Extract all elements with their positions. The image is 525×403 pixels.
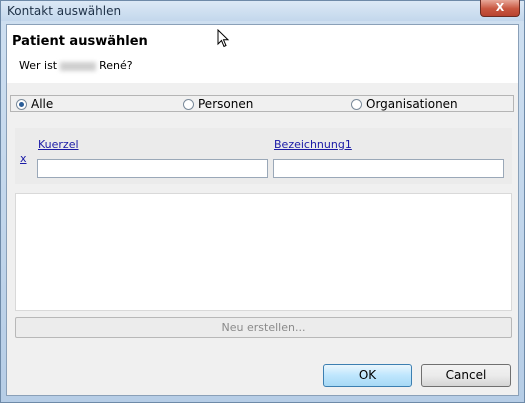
- search-panel: x Kuerzel Bezeichnung1: [15, 128, 512, 184]
- kuerzel-search-input[interactable]: [37, 159, 268, 178]
- contact-type-filter: Alle Personen Organisationen: [10, 95, 514, 112]
- radio-personen[interactable]: Personen: [183, 97, 253, 111]
- column-header-kuerzel[interactable]: Kuerzel: [38, 138, 79, 151]
- question-prefix: Wer ist: [19, 59, 58, 72]
- close-button[interactable]: X: [480, 0, 520, 17]
- title-bar[interactable]: Kontakt auswählen X: [1, 0, 524, 21]
- window-title: Kontakt auswählen: [7, 4, 122, 18]
- column-header-bezeichnung1[interactable]: Bezeichnung1: [274, 138, 352, 151]
- page-title: Patient auswählen: [12, 34, 148, 49]
- radio-organisationen[interactable]: Organisationen: [351, 97, 458, 111]
- new-contact-button[interactable]: Neu erstellen...: [15, 317, 512, 338]
- question-suffix: René?: [99, 59, 133, 72]
- radio-alle[interactable]: Alle: [16, 97, 53, 111]
- radio-selected-icon: [16, 98, 27, 110]
- ok-button[interactable]: OK: [323, 364, 412, 387]
- bezeichnung1-search-input[interactable]: [273, 159, 504, 178]
- redacted-name: [60, 61, 97, 71]
- cancel-button[interactable]: Cancel: [421, 364, 511, 387]
- close-icon: X: [495, 1, 505, 14]
- dialog-client: Patient auswählen Wer ist René? Alle Pers…: [6, 24, 519, 396]
- radio-unselected-icon: [351, 98, 362, 110]
- radio-label: Alle: [31, 97, 54, 111]
- dialog-window: Kontakt auswählen X Patient auswählen We…: [0, 0, 525, 403]
- radio-label: Personen: [198, 97, 254, 111]
- dialog-header: Patient auswählen Wer ist René?: [7, 25, 518, 83]
- radio-label: Organisationen: [366, 97, 458, 111]
- question-text: Wer ist René?: [19, 59, 133, 72]
- clear-filter-link[interactable]: x: [20, 152, 27, 165]
- mouse-cursor-icon: [217, 29, 230, 48]
- radio-unselected-icon: [183, 98, 194, 110]
- contact-list[interactable]: [15, 193, 512, 311]
